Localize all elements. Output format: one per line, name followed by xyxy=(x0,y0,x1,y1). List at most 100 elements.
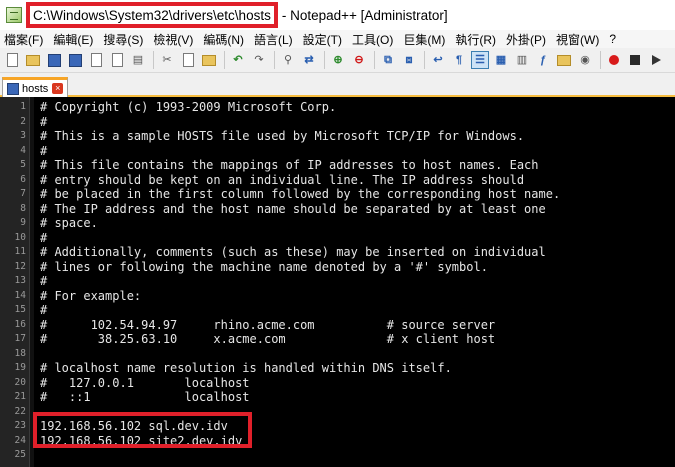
line-number: 11 xyxy=(14,246,26,257)
line-text: # This file contains the mappings of IP … xyxy=(40,158,539,172)
record-macro-button[interactable] xyxy=(606,52,622,68)
line-number: 5 xyxy=(20,159,26,170)
line-number: 7 xyxy=(20,188,26,199)
line-text: # ::1 localhost xyxy=(40,390,250,404)
word-wrap-button[interactable]: ↩ xyxy=(430,52,446,68)
editor-line: 2 # xyxy=(0,115,675,130)
replace-button[interactable]: ⇄ xyxy=(301,52,317,68)
menu-window[interactable]: 視窗(W) xyxy=(556,31,599,48)
toolbar-separator xyxy=(424,51,425,69)
zoom-in-button[interactable]: ⊕ xyxy=(330,52,346,68)
toolbar: ▤ ✂ ↶ ↷ ⚲ ⇄ ⊕ ⊖ ⧉ ⧈ ↩ ¶ ☰ ▦ ▥ ƒ ◉ xyxy=(0,48,675,73)
stop-macro-button[interactable] xyxy=(627,52,643,68)
copy-button[interactable] xyxy=(180,52,196,68)
zoom-out-button[interactable]: ⊖ xyxy=(351,52,367,68)
line-text: # 127.0.0.1 localhost xyxy=(40,375,250,390)
function-list-icon: ƒ xyxy=(539,53,547,66)
save-button[interactable] xyxy=(46,52,62,68)
redo-icon: ↷ xyxy=(254,53,264,66)
find-button[interactable]: ⚲ xyxy=(280,52,296,68)
editor-line: 20 # 127.0.0.1 localhost xyxy=(0,376,675,391)
indent-guide-button[interactable]: ☰ xyxy=(471,51,489,69)
title-path-highlight: C:\Windows\System32\drivers\etc\hosts xyxy=(26,2,278,28)
close-all-button[interactable] xyxy=(109,52,125,68)
sync-vertical-icon: ⧉ xyxy=(384,53,392,66)
undo-button[interactable]: ↶ xyxy=(230,52,246,68)
editor-line: 4 # xyxy=(0,144,675,159)
save-all-icon xyxy=(68,53,82,67)
editor-line: 19 # localhost name resolution is handled… xyxy=(0,361,675,376)
open-folder-icon xyxy=(26,54,40,66)
saved-file-icon xyxy=(7,82,19,95)
editor-line: 7 # be placed in the first column followe… xyxy=(0,187,675,202)
line-number: 13 xyxy=(14,275,26,286)
function-list-button[interactable]: ƒ xyxy=(535,52,551,68)
new-file-button[interactable] xyxy=(4,52,20,68)
close-button[interactable] xyxy=(88,52,104,68)
line-number: 6 xyxy=(20,173,26,185)
menu-file[interactable]: 檔案(F) xyxy=(4,31,43,48)
editor-line: 15 # xyxy=(0,303,675,318)
tab-close-icon[interactable]: × xyxy=(52,83,64,94)
cut-button[interactable]: ✂ xyxy=(159,52,175,68)
toolbar-separator xyxy=(600,51,601,69)
line-text: # Copyright (c) 1993-2009 Microsoft Corp… xyxy=(40,100,337,114)
editor-line: 14 # For example: xyxy=(0,289,675,304)
print-button[interactable]: ▤ xyxy=(130,52,146,68)
stop-icon xyxy=(630,55,640,65)
redo-button[interactable]: ↷ xyxy=(251,52,267,68)
menu-help[interactable]: ? xyxy=(609,32,616,46)
line-number: 23 xyxy=(14,420,26,431)
eye-icon: ◉ xyxy=(580,53,590,66)
menu-macro[interactable]: 巨集(M) xyxy=(403,31,445,48)
tab-hosts[interactable]: hosts × xyxy=(2,77,69,97)
line-number: 18 xyxy=(14,347,26,359)
editor-line: 6 # entry should be kept on an individual… xyxy=(0,173,675,188)
paste-button[interactable] xyxy=(201,52,217,68)
line-text: # For example: xyxy=(40,288,142,303)
menu-search[interactable]: 搜尋(S) xyxy=(103,31,143,48)
folder-workspace-button[interactable] xyxy=(556,52,572,68)
line-number: 3 xyxy=(20,130,26,141)
menu-view[interactable]: 檢視(V) xyxy=(153,31,193,48)
monitoring-button[interactable]: ◉ xyxy=(577,52,593,68)
line-text: # xyxy=(40,274,48,288)
editor-line: 25 xyxy=(0,448,675,463)
menu-plugins[interactable]: 外掛(P) xyxy=(506,31,546,48)
folder-workspace-icon xyxy=(557,54,571,66)
line-number: 4 xyxy=(20,144,26,156)
user-language-button[interactable]: ▦ xyxy=(493,52,509,68)
open-file-button[interactable] xyxy=(25,52,41,68)
line-number: 25 xyxy=(14,449,26,460)
editor-line: 12 # lines or following the machine name … xyxy=(0,260,675,275)
replace-icon: ⇄ xyxy=(304,53,314,66)
save-all-button[interactable] xyxy=(67,52,83,68)
editor-line: 13 # xyxy=(0,274,675,289)
text-editor[interactable]: 1 # Copyright (c) 1993-2009 Microsoft Cor… xyxy=(0,97,675,467)
sync-horizontal-button[interactable]: ⧈ xyxy=(401,52,417,68)
zoom-in-icon: ⊕ xyxy=(333,53,343,66)
print-icon: ▤ xyxy=(132,53,144,66)
menu-language[interactable]: 語言(L) xyxy=(254,31,293,48)
doc-map-icon: ▥ xyxy=(516,53,528,66)
menu-edit[interactable]: 編輯(E) xyxy=(53,31,93,48)
editor-line: 11 # Additionally, comments (such as thes… xyxy=(0,245,675,260)
user-language-icon: ▦ xyxy=(495,53,507,66)
doc-map-button[interactable]: ▥ xyxy=(514,52,530,68)
editor-line: 8 # The IP address and the host name shou… xyxy=(0,202,675,217)
line-text: # xyxy=(40,303,48,317)
line-number: 15 xyxy=(14,304,26,315)
line-text: # localhost name resolution is handled w… xyxy=(40,361,452,375)
sync-vertical-button[interactable]: ⧉ xyxy=(380,52,396,68)
menu-tools[interactable]: 工具(O) xyxy=(352,31,393,48)
play-macro-button[interactable] xyxy=(648,52,664,68)
show-all-chars-button[interactable]: ¶ xyxy=(451,52,467,68)
menu-encoding[interactable]: 編碼(N) xyxy=(203,31,244,48)
menu-run[interactable]: 執行(R) xyxy=(455,31,496,48)
menu-settings[interactable]: 設定(T) xyxy=(303,31,342,48)
indent-guide-icon: ☰ xyxy=(475,53,485,66)
line-text: # xyxy=(40,143,48,158)
line-number: 10 xyxy=(14,231,26,243)
line-number: 16 xyxy=(14,318,26,330)
toolbar-separator xyxy=(374,51,375,69)
